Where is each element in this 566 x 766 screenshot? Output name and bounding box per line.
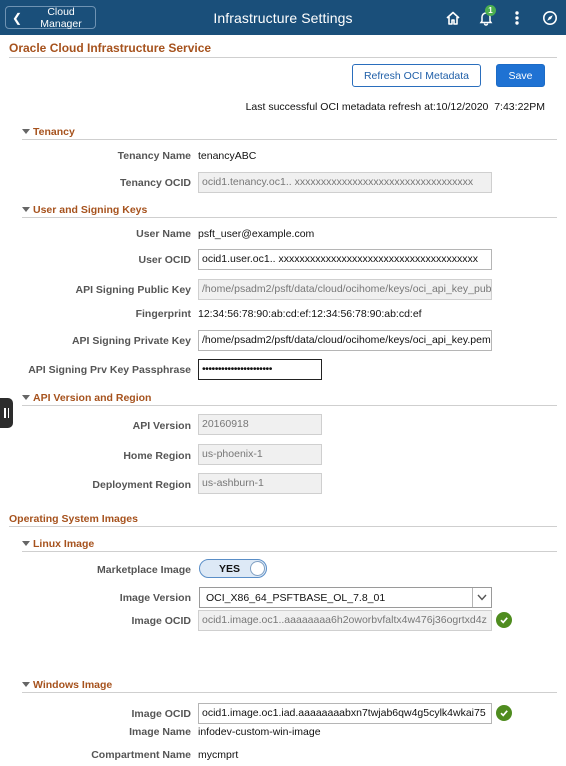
save-button[interactable]: Save: [496, 64, 545, 87]
grip-icon: [4, 408, 6, 418]
section-linux-image-header[interactable]: Linux Image: [22, 538, 557, 552]
title-divider: [9, 57, 557, 58]
image-version-label: Image Version: [119, 592, 191, 604]
notification-count-badge: 1: [485, 5, 496, 16]
marketplace-image-toggle[interactable]: YES: [199, 559, 267, 578]
fingerprint-value: 12:34:56:78:90:ab:cd:ef:12:34:56:78:90:a…: [198, 308, 422, 320]
refresh-oci-metadata-button[interactable]: Refresh OCI Metadata: [352, 64, 481, 87]
section-os-images-title: Operating System Images: [9, 513, 557, 527]
grip-icon-bar: [7, 408, 9, 418]
linux-image-ocid-label: Image OCID: [131, 615, 191, 627]
home-region-field: us-phoenix-1: [198, 444, 322, 465]
toggle-knob: [250, 561, 265, 576]
section-linux-image-title: Linux Image: [33, 538, 95, 550]
tenancy-ocid-field: ocid1.tenancy.oc1.. xxxxxxxxxxxxxxxxxxxx…: [198, 172, 492, 193]
public-key-field: /home/psadm2/psft/data/cloud/ocihome/key…: [198, 279, 492, 300]
refresh-status-text: Last successful OCI metadata refresh at:…: [245, 101, 545, 113]
section-user-keys-header[interactable]: User and Signing Keys: [22, 204, 557, 218]
home-icon[interactable]: [443, 8, 463, 28]
section-user-keys-title: User and Signing Keys: [33, 204, 148, 216]
page-title: Oracle Cloud Infrastructure Service: [9, 41, 212, 55]
private-key-label: API Signing Private Key: [71, 335, 191, 347]
windows-image-ocid-label: Image OCID: [131, 708, 191, 720]
side-panel-pull-tab[interactable]: [0, 398, 13, 428]
collapse-triangle-icon: [22, 541, 30, 546]
private-key-input[interactable]: /home/psadm2/psft/data/cloud/ocihome/key…: [198, 330, 492, 351]
collapse-triangle-icon: [22, 129, 30, 134]
passphrase-label: API Signing Prv Key Passphrase: [28, 364, 191, 376]
checkmark-icon: [496, 612, 512, 628]
windows-image-ocid-input[interactable]: ocid1.image.oc1.iad.aaaaaaaabxn7twjab6qw…: [198, 703, 492, 724]
collapse-triangle-icon: [22, 395, 30, 400]
collapse-triangle-icon: [22, 682, 30, 687]
public-key-label: API Signing Public Key: [75, 284, 191, 296]
checkmark-icon: [496, 705, 512, 721]
marketplace-image-label: Marketplace Image: [97, 564, 191, 576]
image-version-selected: OCI_X86_64_PSFTBASE_OL_7.8_01: [206, 592, 386, 604]
section-api-region-header[interactable]: API Version and Region: [22, 392, 557, 406]
app-header: ❮ Cloud Manager Infrastructure Settings …: [0, 0, 566, 35]
user-name-label: User Name: [136, 228, 191, 240]
tenancy-name-value: tenancyABC: [198, 150, 257, 162]
section-windows-image-title: Windows Image: [33, 679, 113, 691]
section-tenancy-title: Tenancy: [33, 126, 75, 138]
tenancy-name-label: Tenancy Name: [117, 150, 191, 162]
image-version-select[interactable]: OCI_X86_64_PSFTBASE_OL_7.8_01: [199, 587, 492, 608]
collapse-triangle-icon: [22, 207, 30, 212]
api-version-label: API Version: [132, 420, 191, 432]
more-vertical-icon[interactable]: [507, 8, 527, 28]
home-region-label: Home Region: [123, 450, 191, 462]
fingerprint-label: Fingerprint: [135, 308, 191, 320]
deployment-region-label: Deployment Region: [92, 479, 191, 491]
user-ocid-label: User OCID: [138, 254, 191, 266]
passphrase-input[interactable]: ••••••••••••••••••••••: [198, 359, 322, 380]
deployment-region-field: us-ashburn-1: [198, 473, 322, 494]
windows-image-name-value: infodev-custom-win-image: [198, 726, 321, 738]
section-windows-image-header[interactable]: Windows Image: [22, 679, 557, 693]
linux-image-ocid-field: ocid1.image.oc1..aaaaaaaa6h2oworbvfaltx4…: [198, 610, 492, 631]
section-api-region-title: API Version and Region: [33, 392, 152, 404]
user-name-value: psft_user@example.com: [198, 228, 315, 240]
api-version-field: 20160918: [198, 414, 322, 435]
section-tenancy-header[interactable]: Tenancy: [22, 126, 557, 140]
toggle-state-text: YES: [219, 563, 241, 575]
compass-icon[interactable]: [540, 8, 560, 28]
chevron-down-icon[interactable]: [472, 588, 491, 607]
user-ocid-input[interactable]: ocid1.user.oc1.. xxxxxxxxxxxxxxxxxxxxxxx…: [198, 249, 492, 270]
bell-icon[interactable]: 1: [476, 5, 496, 28]
compartment-name-value: mycmprt: [198, 749, 239, 761]
compartment-name-label: Compartment Name: [91, 749, 191, 761]
windows-image-name-label: Image Name: [129, 726, 191, 738]
tenancy-ocid-label: Tenancy OCID: [120, 177, 191, 189]
